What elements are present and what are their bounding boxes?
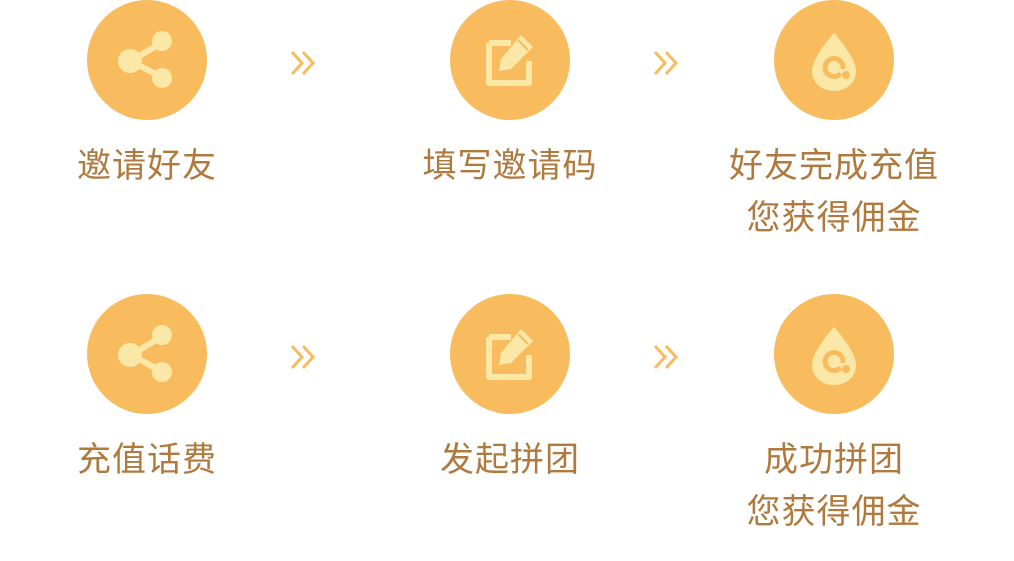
step-label-line1: 发起拼团: [440, 440, 580, 480]
edit-icon: [450, 294, 570, 414]
double-chevron-right-icon: [653, 50, 679, 76]
step-enter-invite-code: 填写邀请码: [390, 0, 630, 192]
step-label: 发起拼团: [390, 434, 630, 486]
step-label-line1: 邀请好友: [77, 146, 217, 186]
edit-icon: [450, 0, 570, 120]
step-friend-recharge: 好友完成充值 您获得佣金: [714, 0, 954, 244]
step-label: 成功拼团 您获得佣金: [714, 434, 954, 538]
step-label-line1: 充值话费: [77, 440, 217, 480]
step-label-line1: 好友完成充值: [729, 146, 939, 186]
share-icon: [87, 0, 207, 120]
step-label: 好友完成充值 您获得佣金: [714, 140, 954, 244]
step-label-line2: 您获得佣金: [746, 198, 922, 238]
share-icon: [87, 294, 207, 414]
step-group-success: 成功拼团 您获得佣金: [714, 294, 954, 538]
step-label: 充值话费: [27, 434, 267, 486]
step-label: 邀请好友: [27, 140, 267, 192]
step-start-group: 发起拼团: [390, 294, 630, 486]
drop-icon: [774, 294, 894, 414]
step-recharge-phone: 充值话费: [27, 294, 267, 486]
step-invite-friends: 邀请好友: [27, 0, 267, 192]
drop-icon: [774, 0, 894, 120]
double-chevron-right-icon: [653, 344, 679, 370]
double-chevron-right-icon: [290, 344, 316, 370]
invite-flow: 邀请好友 填写邀请码 好友完成充值 您获得佣金: [0, 0, 1014, 250]
step-label-line1: 成功拼团: [764, 440, 904, 480]
group-flow: 充值话费 发起拼团 成功拼团 您获得佣金: [0, 294, 1014, 544]
step-label-line2: 您获得佣金: [746, 492, 922, 532]
step-label-line1: 填写邀请码: [422, 146, 598, 186]
double-chevron-right-icon: [290, 50, 316, 76]
step-label: 填写邀请码: [390, 140, 630, 192]
